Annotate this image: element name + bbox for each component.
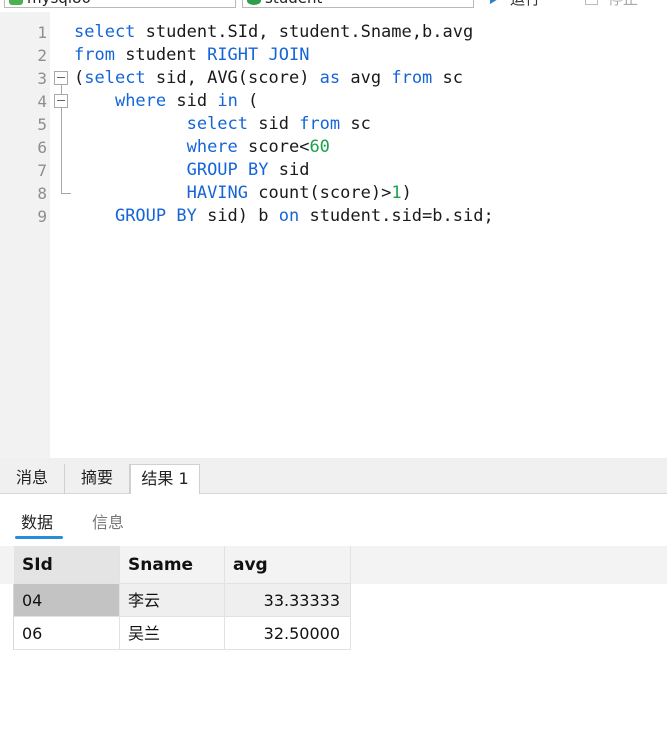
stop-label: 停止 bbox=[608, 0, 638, 9]
sql-keyword: from bbox=[74, 45, 115, 65]
tab-messages[interactable]: 消息 bbox=[0, 464, 65, 494]
code-line: where sid in ( bbox=[74, 90, 258, 113]
column-header-sid[interactable]: SId bbox=[14, 546, 120, 584]
code-line: GROUP BY sid) b on student.sid=b.sid; bbox=[74, 205, 494, 228]
results-panel: 消息 摘要 结果 1 数据 信息 SId Sname avg 04 李云 33.… bbox=[0, 458, 667, 738]
fold-toggle-icon[interactable] bbox=[54, 94, 68, 108]
fold-guide bbox=[61, 85, 62, 94]
line-number-gutter: 1 2 3 4 5 6 7 8 9 bbox=[0, 12, 50, 458]
table-cell[interactable]: 吴兰 bbox=[120, 617, 225, 650]
code-line: (select sid, AVG(score) as avg from sc bbox=[74, 67, 463, 90]
sql-text: student bbox=[114, 45, 208, 65]
sql-editor[interactable]: 1 2 3 4 5 6 7 8 9 select student.SId, st… bbox=[0, 12, 667, 458]
sql-text: ) bbox=[401, 183, 412, 203]
run-label: 运行 bbox=[510, 0, 540, 9]
row-selector[interactable] bbox=[0, 584, 14, 617]
code-line: select sid from sc bbox=[74, 113, 371, 136]
connection-label: mysql80 bbox=[27, 0, 91, 7]
active-subtab-indicator bbox=[15, 536, 63, 539]
sql-keyword: select bbox=[84, 68, 146, 88]
connection-icon bbox=[9, 0, 23, 5]
sql-text: ( bbox=[74, 68, 85, 88]
table-cell[interactable]: 32.50000 bbox=[225, 617, 351, 650]
result-grid[interactable]: SId Sname avg 04 李云 33.33333 06 吴兰 32.50… bbox=[0, 546, 667, 738]
column-header-sname[interactable]: Sname bbox=[120, 546, 225, 584]
row-selector[interactable] bbox=[0, 617, 14, 650]
results-tab-bar: 消息 摘要 结果 1 bbox=[0, 458, 667, 495]
line-number: 3 bbox=[37, 69, 47, 88]
sql-text: student.SId, student.Sname,b.avg bbox=[135, 22, 474, 42]
sql-text: student.sid=b.sid; bbox=[299, 206, 494, 226]
sql-text: sid bbox=[166, 91, 218, 111]
sql-text: avg bbox=[340, 68, 392, 88]
table-cell[interactable]: 06 bbox=[14, 617, 120, 650]
stop-icon bbox=[585, 0, 598, 5]
sql-keyword: GROUP BY bbox=[186, 160, 269, 180]
sql-keyword: in bbox=[217, 91, 238, 111]
code-line: GROUP BY sid bbox=[74, 159, 310, 182]
sql-text: sid bbox=[268, 160, 310, 180]
tab-result-1[interactable]: 结果 1 bbox=[130, 464, 200, 495]
code-line: HAVING count(score)>1) bbox=[74, 182, 412, 205]
tab-summary[interactable]: 摘要 bbox=[65, 464, 130, 494]
sql-keyword: select bbox=[186, 114, 249, 134]
database-select[interactable]: student bbox=[242, 0, 474, 8]
connection-select[interactable]: mysql80 bbox=[4, 0, 236, 8]
sql-keyword: from bbox=[299, 114, 341, 134]
sql-text: ( bbox=[237, 91, 259, 111]
sql-text: count(score)> bbox=[248, 183, 392, 203]
table-cell[interactable]: 33.33333 bbox=[225, 584, 351, 617]
sql-keyword: RIGHT JOIN bbox=[207, 45, 310, 65]
sql-number: 1 bbox=[391, 183, 402, 203]
sql-keyword: where bbox=[186, 137, 238, 157]
line-number: 7 bbox=[37, 161, 47, 180]
sql-text: sid, AVG(score) bbox=[145, 68, 320, 88]
run-button[interactable]: 运行 bbox=[490, 0, 540, 8]
table-cell[interactable]: 04 bbox=[14, 584, 120, 617]
line-number: 5 bbox=[37, 115, 47, 134]
sql-keyword: as bbox=[319, 68, 341, 88]
sql-keyword: GROUP BY bbox=[114, 206, 197, 226]
line-number: 2 bbox=[37, 46, 47, 65]
line-number: 4 bbox=[37, 92, 47, 111]
run-icon bbox=[490, 0, 500, 4]
line-number: 8 bbox=[37, 184, 47, 203]
sql-text: score< bbox=[237, 137, 310, 157]
code-line: from student RIGHT JOIN bbox=[74, 44, 309, 67]
fold-guide-end bbox=[61, 193, 71, 194]
sql-keyword: select bbox=[74, 22, 136, 42]
sql-text: sid) b bbox=[196, 206, 279, 226]
sql-keyword: HAVING bbox=[186, 183, 249, 203]
database-icon bbox=[247, 0, 261, 5]
sql-text: sid bbox=[248, 114, 300, 134]
database-label: student bbox=[265, 0, 322, 7]
column-header-avg[interactable]: avg bbox=[225, 546, 351, 584]
toolbar: mysql80 student 运行 停止 bbox=[0, 0, 667, 10]
sql-number: 60 bbox=[309, 137, 330, 157]
sql-keyword: where bbox=[114, 91, 167, 111]
fold-toggle-icon[interactable] bbox=[54, 71, 68, 85]
line-number: 9 bbox=[37, 207, 47, 226]
sql-text: sc bbox=[340, 114, 371, 134]
code-line: where score<60 bbox=[74, 136, 330, 159]
code-line: select student.SId, student.Sname,b.avg bbox=[74, 21, 473, 44]
line-number: 6 bbox=[37, 138, 47, 157]
fold-guide bbox=[61, 108, 62, 193]
sql-text: sc bbox=[432, 68, 464, 88]
subtab-info[interactable]: 信息 bbox=[92, 509, 124, 533]
sql-keyword: on bbox=[278, 206, 300, 226]
result-subtabs: 数据 信息 bbox=[0, 494, 667, 546]
subtab-data[interactable]: 数据 bbox=[21, 509, 53, 533]
line-number: 1 bbox=[37, 23, 47, 42]
stop-button[interactable]: 停止 bbox=[585, 0, 638, 8]
sql-keyword: from bbox=[391, 68, 433, 88]
table-cell[interactable]: 李云 bbox=[120, 584, 225, 617]
